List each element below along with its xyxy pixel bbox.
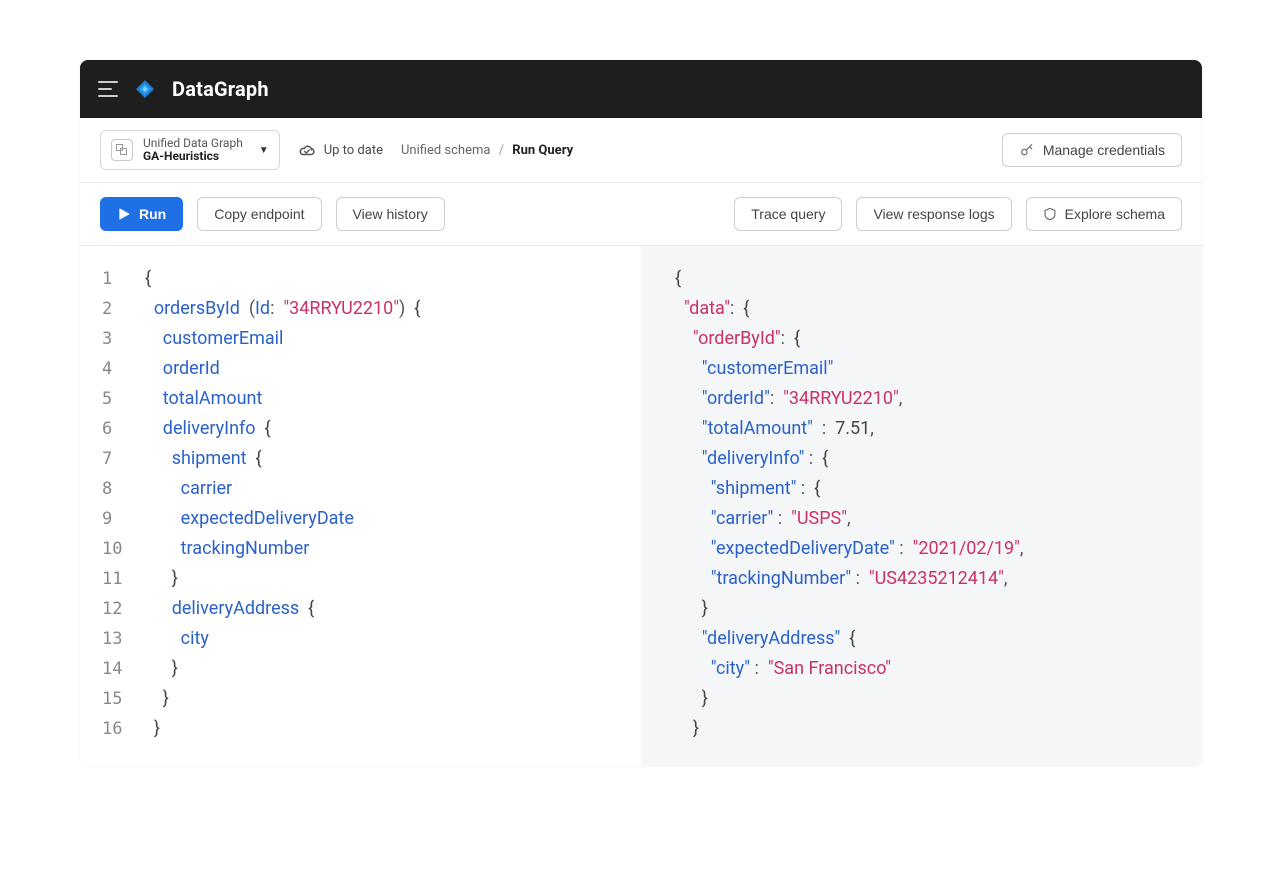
actionbar: Run Copy endpoint View history Trace que…: [80, 183, 1202, 246]
sync-status: Up to date: [298, 141, 383, 159]
graph-selector[interactable]: Unified Data Graph GA-Heuristics ▼: [100, 130, 280, 170]
logo-icon: [132, 76, 158, 102]
play-icon: [117, 207, 131, 221]
view-history-button[interactable]: View history: [336, 197, 445, 231]
graph-icon: [111, 139, 133, 161]
copy-endpoint-button[interactable]: Copy endpoint: [197, 197, 321, 231]
response-pane[interactable]: { "data": { "orderById": { "customerEmai…: [641, 246, 1202, 766]
graph-selector-line2: GA-Heuristics: [143, 150, 243, 163]
manage-credentials-button[interactable]: Manage credentials: [1002, 133, 1182, 167]
schema-icon: [1043, 207, 1057, 221]
subbar: Unified Data Graph GA-Heuristics ▼ Up to…: [80, 118, 1202, 183]
cloud-check-icon: [298, 141, 316, 159]
query-code[interactable]: { ordersById (Id: "34RRYU2210") { custom…: [128, 246, 641, 766]
explore-schema-button[interactable]: Explore schema: [1026, 197, 1182, 231]
breadcrumb-separator: /: [499, 143, 504, 158]
topbar: DataGraph: [80, 60, 1202, 118]
line-gutter: 1 2 3 4 5 6 7 8 9 10 11 12 13 14 15 16: [80, 246, 128, 766]
breadcrumb-current: Run Query: [512, 143, 573, 158]
view-response-logs-button[interactable]: View response logs: [856, 197, 1011, 231]
query-pane[interactable]: 1 2 3 4 5 6 7 8 9 10 11 12 13 14 15 16 {…: [80, 246, 641, 766]
trace-query-button[interactable]: Trace query: [734, 197, 842, 231]
brand-name: DataGraph: [172, 77, 269, 101]
menu-icon[interactable]: [98, 81, 118, 97]
app-frame: DataGraph Unified Data Graph GA-Heuristi…: [80, 60, 1202, 766]
sync-status-label: Up to date: [324, 143, 383, 158]
run-button[interactable]: Run: [100, 197, 183, 231]
caret-down-icon: ▼: [259, 145, 269, 156]
editor-area: 1 2 3 4 5 6 7 8 9 10 11 12 13 14 15 16 {…: [80, 246, 1202, 766]
breadcrumb: Unified schema / Run Query: [401, 143, 573, 158]
key-icon: [1019, 142, 1035, 158]
breadcrumb-parent[interactable]: Unified schema: [401, 143, 490, 158]
